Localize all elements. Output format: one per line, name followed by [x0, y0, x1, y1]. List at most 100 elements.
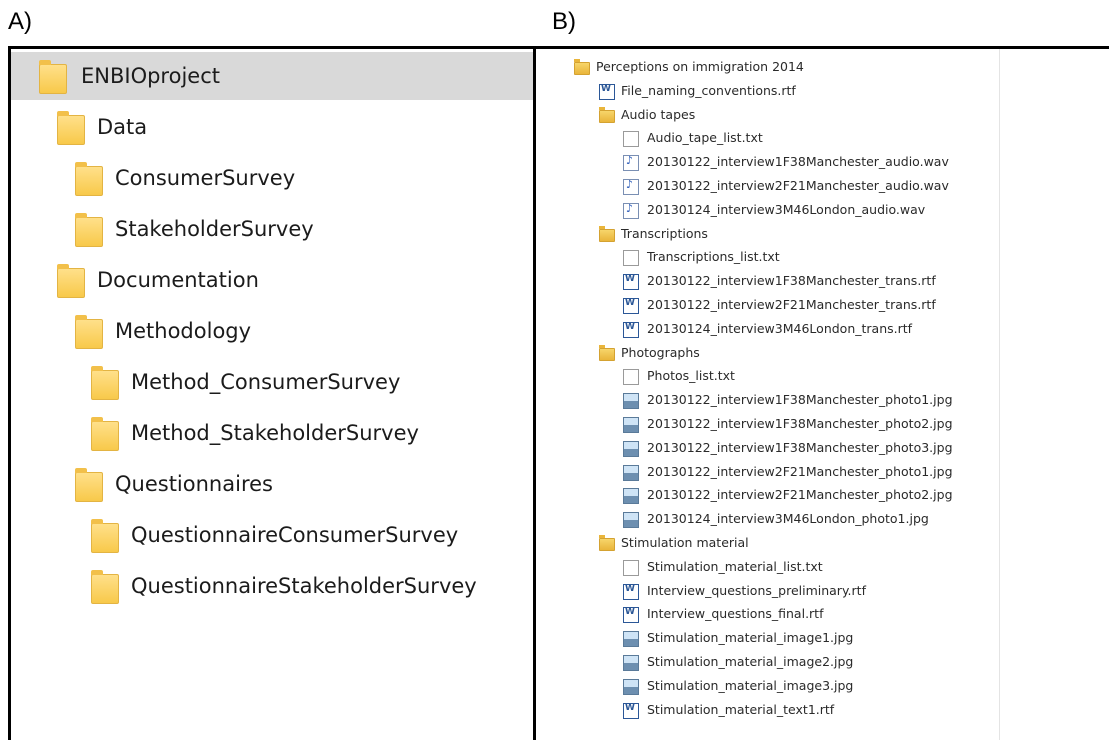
file-item[interactable]: 20130122_interview2F21Manchester_audio.w… [536, 175, 996, 197]
file-item-label: 20130124_interview3M46London_audio.wav [647, 201, 926, 217]
folder-icon [599, 106, 615, 123]
tree-item[interactable]: QuestionnaireStakeholderSurvey [11, 562, 533, 610]
folder-item[interactable]: Perceptions on immigration 2014 [536, 56, 996, 78]
file-item[interactable]: 20130122_interview1F38Manchester_photo3.… [536, 437, 996, 459]
tree-item[interactable]: Method_StakeholderSurvey [11, 409, 533, 457]
rtf-document-icon [623, 321, 639, 338]
image-file-icon [623, 631, 639, 648]
file-item[interactable]: Transcriptions_list.txt [536, 246, 996, 268]
image-file-icon [623, 464, 639, 481]
folder-item[interactable]: Audio tapes [536, 104, 996, 126]
tree-item[interactable]: QuestionnaireConsumerSurvey [11, 511, 533, 559]
file-item[interactable]: Audio_tape_list.txt [536, 127, 996, 149]
file-item-label: 20130122_interview1F38Manchester_photo2.… [647, 416, 953, 431]
file-item[interactable]: Photos_list.txt [536, 365, 996, 387]
image-file-icon [623, 512, 639, 529]
file-item[interactable]: Stimulation_material_list.txt [536, 556, 996, 578]
file-item[interactable]: 20130122_interview1F38Manchester_photo1.… [536, 389, 996, 411]
file-item-label: Stimulation_material_image1.jpg [647, 630, 854, 646]
rtf-document-icon [599, 83, 615, 100]
tree-item[interactable]: Documentation [11, 256, 533, 304]
file-item[interactable]: 20130124_interview3M46London_audio.wav [536, 199, 996, 221]
tree-item-label: ENBIOproject [81, 64, 220, 88]
file-item[interactable]: 20130122_interview2F21Manchester_photo1.… [536, 461, 996, 483]
rtf-document-icon [623, 298, 639, 314]
rtf-document-icon [623, 607, 639, 624]
file-item-label: 20130122_interview1F38Manchester_photo1.… [647, 392, 953, 408]
tree-item-label: ConsumerSurvey [115, 166, 296, 190]
text-file-icon [623, 369, 639, 386]
image-file-icon [623, 393, 639, 410]
file-item-label: Stimulation_material_text1.rtf [647, 701, 835, 717]
file-item-label: 20130124_interview3M46London_photo1.jpg [647, 511, 929, 527]
folder-item[interactable]: Transcriptions [536, 223, 996, 245]
file-item[interactable]: 20130124_interview3M46London_photo1.jpg [536, 508, 996, 530]
file-item-label: File_naming_conventions.rtf [621, 82, 796, 98]
audio-file-icon [623, 154, 639, 172]
audio-file-icon [623, 202, 639, 219]
rtf-document-icon [623, 274, 639, 291]
file-item[interactable]: 20130124_interview3M46London_trans.rtf [536, 318, 996, 340]
file-item[interactable]: 20130122_interview1F38Manchester_trans.r… [536, 270, 996, 292]
tree-item-label: Method_StakeholderSurvey [131, 421, 419, 445]
tree-item[interactable]: StakeholderSurvey [11, 205, 533, 253]
file-item-label: Stimulation_material_image2.jpg [647, 654, 854, 669]
folder-tree-panel-a: ENBIOproject Data ConsumerSurvey Stakeholde… [11, 49, 533, 740]
folder-item[interactable]: Stimulation material [536, 532, 996, 554]
folder-icon [91, 570, 119, 604]
file-tree-panel-b: Perceptions on immigration 2014 File_nami… [536, 49, 1006, 740]
folder-icon [57, 264, 85, 298]
folder-icon [75, 315, 103, 349]
file-item[interactable]: 20130122_interview2F21Manchester_photo2.… [536, 484, 996, 506]
folder-icon [599, 535, 615, 551]
file-item-label: Stimulation material [621, 535, 749, 550]
file-item-label: Photos_list.txt [647, 368, 735, 384]
tree-item-label: Data [97, 115, 148, 139]
tree-item[interactable]: Method_ConsumerSurvey [11, 358, 533, 406]
panel-b-label: B) [552, 8, 576, 35]
rtf-document-icon [623, 702, 639, 719]
tree-item[interactable]: Methodology [11, 307, 533, 355]
file-item-label: 20130122_interview1F38Manchester_audio.w… [647, 154, 949, 170]
tree-item-label: QuestionnaireStakeholderSurvey [131, 574, 477, 598]
file-item[interactable]: Interview_questions_final.rtf [536, 603, 996, 625]
file-item-label: 20130122_interview1F38Manchester_photo3.… [647, 439, 953, 455]
file-item-label: Audio tapes [621, 106, 696, 122]
file-item[interactable]: Stimulation_material_text1.rtf [536, 699, 996, 721]
image-file-icon [623, 678, 639, 695]
folder-icon [57, 111, 85, 145]
file-item-label: Transcriptions [621, 225, 708, 241]
tree-item-label: StakeholderSurvey [115, 217, 314, 241]
image-file-icon [623, 655, 639, 671]
file-item[interactable]: 20130122_interview1F38Manchester_audio.w… [536, 151, 996, 173]
file-item[interactable]: Stimulation_material_image1.jpg [536, 627, 996, 649]
image-file-icon [623, 488, 639, 505]
folder-icon [599, 344, 615, 361]
file-item-label: 20130122_interview2F21Manchester_photo2.… [647, 487, 953, 503]
folder-icon [75, 468, 103, 502]
file-item[interactable]: 20130122_interview1F38Manchester_photo2.… [536, 413, 996, 435]
tree-item-label: QuestionnaireConsumerSurvey [131, 523, 459, 547]
tree-item[interactable]: ConsumerSurvey [11, 154, 533, 202]
file-item-label: Stimulation_material_image3.jpg [647, 677, 854, 693]
file-item[interactable]: Stimulation_material_image2.jpg [536, 651, 996, 673]
file-item-label: 20130122_interview2F21Manchester_trans.r… [647, 297, 936, 312]
text-file-icon [623, 250, 639, 267]
folder-icon [91, 519, 119, 553]
tree-item[interactable]: ENBIOproject [11, 52, 533, 100]
tree-item-label: Methodology [115, 319, 252, 343]
file-item[interactable]: Stimulation_material_image3.jpg [536, 675, 996, 697]
tree-item[interactable]: Data [11, 103, 533, 151]
panel-a-label: A) [8, 8, 32, 35]
folder-icon [599, 225, 615, 242]
file-item-label: 20130122_interview1F38Manchester_trans.r… [647, 273, 936, 289]
file-item[interactable]: File_naming_conventions.rtf [536, 80, 996, 102]
file-item-label: Transcriptions_list.txt [647, 249, 780, 265]
file-item-label: Perceptions on immigration 2014 [596, 59, 804, 74]
tree-item[interactable]: Questionnaires [11, 460, 533, 508]
file-item-label: 20130122_interview2F21Manchester_photo1.… [647, 463, 953, 479]
folder-item[interactable]: Photographs [536, 342, 996, 364]
file-item[interactable]: 20130122_interview2F21Manchester_trans.r… [536, 294, 996, 316]
file-item[interactable]: Interview_questions_preliminary.rtf [536, 580, 996, 602]
file-item-label: Interview_questions_preliminary.rtf [647, 582, 866, 598]
